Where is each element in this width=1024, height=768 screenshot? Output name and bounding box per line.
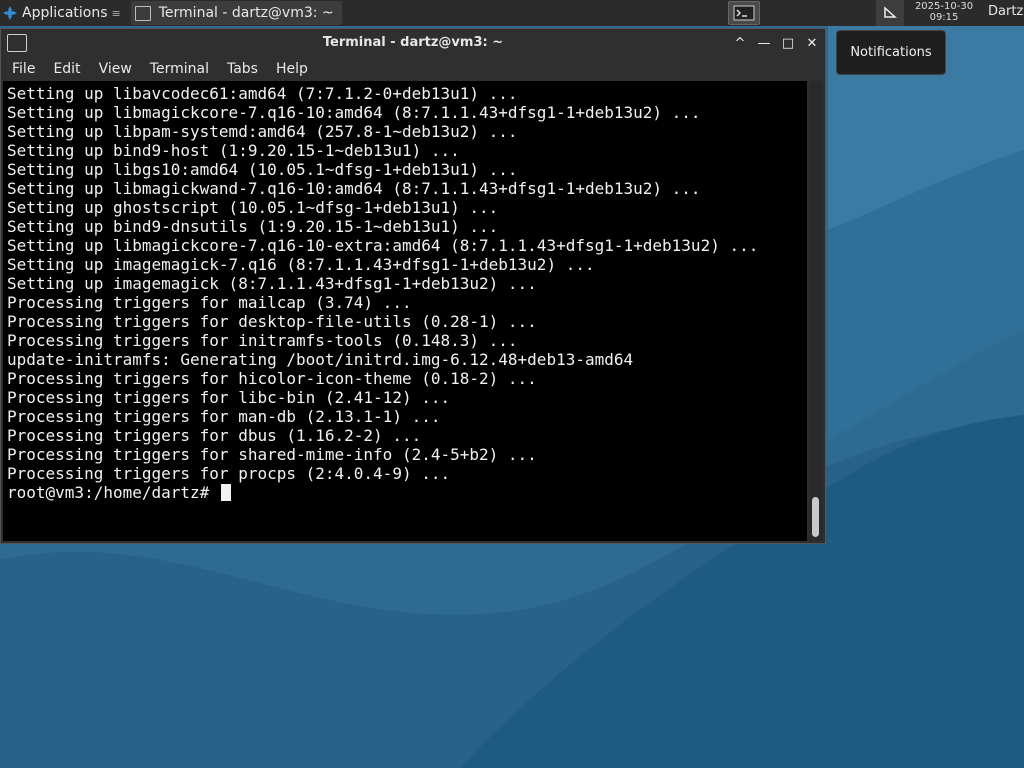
menu-view[interactable]: View: [92, 61, 139, 77]
terminal-text: Setting up libavcodec61:amd64 (7:7.1.2-0…: [3, 81, 807, 502]
window-controls: ^ — □ ✕: [731, 34, 821, 52]
notifications-tooltip: Notifications: [836, 30, 946, 75]
shade-button[interactable]: ^: [731, 34, 749, 52]
terminal-scrollbar[interactable]: [809, 81, 823, 541]
terminal-line: Processing triggers for desktop-file-uti…: [7, 312, 537, 331]
notifications-button[interactable]: [876, 0, 904, 26]
menu-bar: File Edit View Terminal Tabs Help: [1, 57, 825, 81]
terminal-line: Setting up imagemagick (8:7.1.1.43+dfsg1…: [7, 274, 537, 293]
terminal-line: Setting up libmagickcore-7.q16-10-extra:…: [7, 236, 759, 255]
shell-prompt: root@vm3:/home/dartz#: [7, 483, 219, 502]
notification-bell-icon: [884, 6, 897, 18]
clock-date: 2025-10-30: [914, 1, 974, 12]
top-panel: Applications ≡ Terminal - dartz@vm3: ~ 2…: [0, 0, 1024, 26]
window-title: Terminal - dartz@vm3: ~: [322, 35, 504, 50]
scrollbar-thumb[interactable]: [812, 497, 819, 537]
menu-help[interactable]: Help: [269, 61, 315, 77]
terminal-line: Processing triggers for libc-bin (2.41-1…: [7, 388, 451, 407]
close-button[interactable]: ✕: [803, 34, 821, 52]
terminal-line: update-initramfs: Generating /boot/initr…: [7, 350, 634, 369]
terminal-icon: [134, 5, 151, 21]
terminal-launcher-icon: [733, 5, 755, 21]
clock-time: 09:15: [929, 12, 959, 23]
terminal-line: Setting up imagemagick-7.q16 (8:7.1.1.43…: [7, 255, 595, 274]
terminal-line: Setting up libpam-systemd:amd64 (257.8-1…: [7, 122, 518, 141]
terminal-launcher-button[interactable]: [728, 1, 760, 25]
terminal-line: Setting up libgs10:amd64 (10.05.1~dfsg-1…: [7, 160, 518, 179]
terminal-window: Terminal - dartz@vm3: ~ ^ — □ ✕ File Edi…: [0, 28, 826, 544]
terminal-line: Setting up libavcodec61:amd64 (7:7.1.2-0…: [7, 84, 518, 103]
user-menu[interactable]: Dartz: [988, 4, 1023, 19]
terminal-line: Processing triggers for procps (2:4.0.4-…: [7, 464, 451, 483]
terminal-line: Processing triggers for dbus (1.16.2-2) …: [7, 426, 422, 445]
menu-terminal[interactable]: Terminal: [143, 61, 216, 77]
applications-label: Applications: [22, 5, 108, 21]
terminal-line: Processing triggers for initramfs-tools …: [7, 331, 518, 350]
menu-file[interactable]: File: [5, 61, 42, 77]
text-cursor: [220, 484, 231, 501]
applications-menu-icon: [3, 6, 17, 20]
taskbar-item-terminal[interactable]: Terminal - dartz@vm3: ~: [130, 1, 342, 25]
terminal-line: Processing triggers for shared-mime-info…: [7, 445, 537, 464]
terminal-line: Processing triggers for mailcap (3.74) .…: [7, 293, 412, 312]
menu-edit[interactable]: Edit: [46, 61, 87, 77]
applications-menu[interactable]: Applications ≡: [0, 0, 125, 26]
terminal-line: Setting up libmagickcore-7.q16-10:amd64 …: [7, 103, 701, 122]
terminal-line: Processing triggers for hicolor-icon-the…: [7, 369, 537, 388]
terminal-line: Processing triggers for man-db (2.13.1-1…: [7, 407, 441, 426]
clock[interactable]: 2025-10-30 09:15: [908, 1, 980, 23]
terminal-output[interactable]: Setting up libavcodec61:amd64 (7:7.1.2-0…: [3, 81, 807, 541]
terminal-line: Setting up bind9-dnsutils (1:9.20.15-1~d…: [7, 217, 499, 236]
terminal-line: Setting up libmagickwand-7.q16-10:amd64 …: [7, 179, 701, 198]
terminal-line: Setting up bind9-host (1:9.20.15-1~deb13…: [7, 141, 460, 160]
menu-tabs[interactable]: Tabs: [220, 61, 265, 77]
maximize-button[interactable]: □: [779, 34, 797, 52]
window-titlebar[interactable]: Terminal - dartz@vm3: ~ ^ — □ ✕: [1, 29, 825, 57]
taskbar-item-label: Terminal - dartz@vm3: ~: [158, 5, 334, 21]
terminal-line: Setting up ghostscript (10.05.1~dfsg-1+d…: [7, 198, 499, 217]
minimize-button[interactable]: —: [755, 34, 773, 52]
menu-grip-icon: ≡: [111, 6, 121, 20]
